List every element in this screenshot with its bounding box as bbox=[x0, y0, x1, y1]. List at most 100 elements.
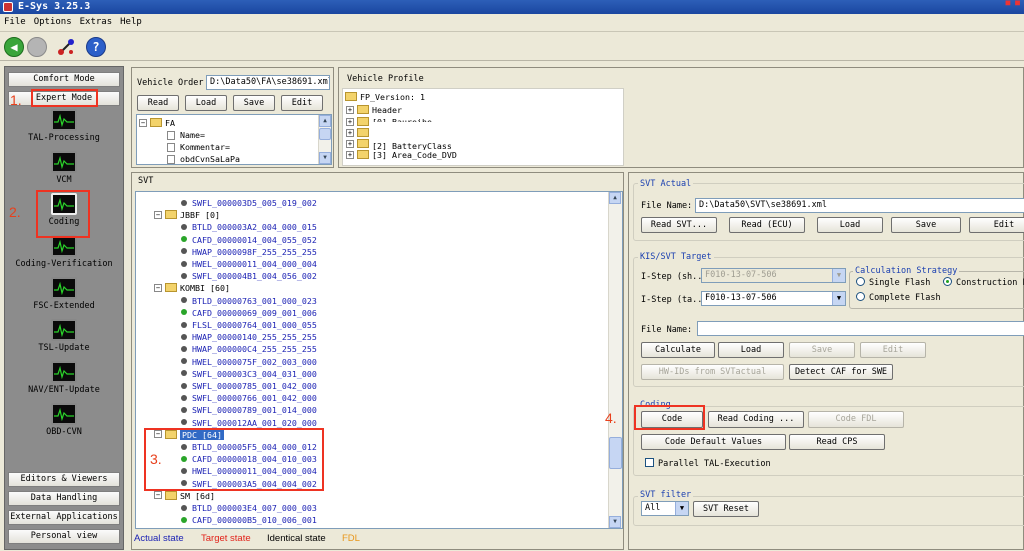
monitor-icon bbox=[51, 403, 77, 425]
tree-folder[interactable]: − SM [6d] bbox=[154, 490, 215, 502]
istep-target-select[interactable]: F010-13-07-506 ▼ bbox=[701, 291, 846, 306]
collapse-icon[interactable]: − bbox=[154, 210, 162, 219]
tree-leaf[interactable]: SWFL_00000766_001_042_000 bbox=[181, 392, 317, 404]
help-icon[interactable]: ? bbox=[86, 37, 106, 57]
target-file-field[interactable] bbox=[697, 321, 1024, 336]
app-icon bbox=[3, 2, 13, 12]
tree-folder[interactable]: − KOMBI [60] bbox=[154, 282, 230, 294]
chevron-down-icon: ▼ bbox=[675, 502, 688, 515]
tree-leaf[interactable]: CAFD_00000069_009_001_006 bbox=[181, 307, 317, 319]
back-icon[interactable]: ◀ bbox=[4, 37, 24, 57]
tree-leaf[interactable]: SWFL_000004B1_004_056_002 bbox=[181, 270, 317, 282]
tree-leaf[interactable]: CAFD_00000014_004_055_052 bbox=[181, 234, 317, 246]
istep-ship-select[interactable]: F010-13-07-506 ▼ bbox=[701, 268, 846, 283]
chevron-down-icon: ▼ bbox=[832, 292, 845, 305]
svt-load-button[interactable]: Load bbox=[817, 217, 883, 233]
target-save-button[interactable]: Save bbox=[789, 342, 855, 358]
vehicle-order-path-field[interactable]: D:\Data50\FA\se38691.xml bbox=[206, 75, 330, 90]
editors-viewers-button[interactable]: Editors & Viewers bbox=[8, 472, 120, 487]
svt-save-button[interactable]: Save bbox=[891, 217, 961, 233]
read-coding-button[interactable]: Read Coding ... bbox=[708, 411, 804, 428]
target-load-button[interactable]: Load bbox=[718, 342, 784, 358]
svt-scrollbar[interactable]: ▲ ▼ bbox=[608, 192, 622, 528]
status-dot-icon bbox=[181, 358, 187, 365]
personal-view-button[interactable]: Personal view bbox=[8, 529, 120, 544]
vo-edit-button[interactable]: Edit bbox=[281, 95, 323, 111]
scroll-thumb[interactable] bbox=[319, 128, 331, 140]
tree-leaf[interactable]: HWAP_000000C4_255_255_255 bbox=[181, 343, 317, 355]
radio-construction[interactable]: Construction P. bbox=[943, 277, 1024, 288]
menu-help[interactable]: Help bbox=[116, 14, 146, 27]
tree-node[interactable]: obdCvnSaLaPa bbox=[167, 153, 240, 164]
tree-leaf[interactable]: HWAP_00000140_255_255_255 bbox=[181, 331, 317, 343]
vo-load-button[interactable]: Load bbox=[185, 95, 227, 111]
menu-file[interactable]: File bbox=[0, 14, 30, 27]
scroll-up-icon[interactable]: ▲ bbox=[319, 115, 331, 127]
tree-node-fa[interactable]: − FA bbox=[139, 117, 175, 129]
forward-icon[interactable] bbox=[27, 37, 47, 57]
tree-leaf[interactable]: BTLD_000003E4_007_000_003 bbox=[181, 502, 317, 514]
tree-leaf[interactable]: HWAP_0000098F_255_255_255 bbox=[181, 246, 317, 258]
read-ecu-button[interactable]: Read (ECU) bbox=[729, 217, 805, 233]
target-edit-button[interactable]: Edit bbox=[860, 342, 926, 358]
tree-node-header[interactable]: + Header bbox=[346, 104, 402, 116]
sidebar-item-tal-processing[interactable]: TAL-Processing bbox=[5, 109, 123, 143]
calculate-button[interactable]: Calculate bbox=[641, 342, 715, 358]
code-fdl-button[interactable]: Code FDL bbox=[808, 411, 904, 428]
sidebar-item-vcm[interactable]: VCM bbox=[5, 151, 123, 185]
read-svt-button[interactable]: Read SVT... bbox=[641, 217, 717, 233]
tree-leaf[interactable]: SWFL_00000789_001_014_000 bbox=[181, 404, 317, 416]
svt-file-field[interactable]: D:\Data50\SVT\se38691.xml bbox=[695, 198, 1024, 213]
external-applications-button[interactable]: External Applications bbox=[8, 510, 120, 525]
status-dot-icon bbox=[181, 272, 187, 279]
collapse-icon[interactable]: − bbox=[154, 491, 162, 500]
tree-node-fp-version[interactable]: FP_Version: 1 bbox=[345, 91, 425, 103]
vehicle-order-tree[interactable]: − FA Name= Kommentar= obdCvnSaLaPa ▲ ▼ bbox=[136, 114, 332, 165]
sidebar-item-obd-cvn[interactable]: OBD-CVN bbox=[5, 403, 123, 437]
tree-leaf[interactable]: HWEL_00000011_004_000_004 bbox=[181, 258, 317, 270]
vo-save-button[interactable]: Save bbox=[233, 95, 275, 111]
tree-node-area-code[interactable]: + [3] Area_Code_DVD bbox=[346, 149, 457, 161]
scroll-down-icon[interactable]: ▼ bbox=[609, 516, 621, 528]
hw-ids-button[interactable]: HW-IDs from SVTactual bbox=[641, 364, 784, 380]
tree-node[interactable]: Name= bbox=[167, 129, 205, 141]
data-handling-button[interactable]: Data Handling bbox=[8, 491, 120, 506]
vo-read-button[interactable]: Read bbox=[137, 95, 179, 111]
tree-leaf[interactable]: SWFL_00000785_001_042_000 bbox=[181, 380, 317, 392]
tree-leaf[interactable]: HWEL_0000075F_002_003_000 bbox=[181, 356, 317, 368]
collapse-icon[interactable]: − bbox=[154, 283, 162, 292]
vehicle-profile-tree[interactable]: FP_Version: 1 + Header + [0] Baureihe + +[… bbox=[342, 88, 624, 166]
svt-edit-button[interactable]: Edit bbox=[969, 217, 1024, 233]
menu-extras[interactable]: Extras bbox=[76, 14, 117, 27]
scroll-up-icon[interactable]: ▲ bbox=[609, 192, 621, 204]
read-cps-button[interactable]: Read CPS bbox=[789, 434, 885, 450]
tree-leaf[interactable]: BTLD_00000763_001_000_023 bbox=[181, 295, 317, 307]
tree-label: SM [6d] bbox=[180, 490, 215, 501]
sidebar-item-nav-ent-update[interactable]: NAV/ENT-Update bbox=[5, 361, 123, 395]
scroll-down-icon[interactable]: ▼ bbox=[319, 152, 331, 164]
sidebar-item-coding-verification[interactable]: Coding-Verification bbox=[5, 235, 123, 269]
tree-leaf[interactable]: FLSL_00000764_001_000_055 bbox=[181, 319, 317, 331]
parallel-tal-checkbox[interactable]: Parallel TAL-Execution bbox=[645, 458, 771, 469]
radio-single-flash[interactable]: Single Flash bbox=[856, 277, 930, 288]
svt-reset-button[interactable]: SVT Reset bbox=[693, 501, 759, 517]
scrollbar[interactable]: ▲ ▼ bbox=[318, 115, 331, 164]
comfort-mode-button[interactable]: Comfort Mode bbox=[8, 72, 120, 87]
code-default-values-button[interactable]: Code Default Values bbox=[641, 434, 786, 450]
tree-leaf[interactable]: BTLD_000003A2_004_000_015 bbox=[181, 221, 317, 233]
tree-folder[interactable]: − JBBF [0] bbox=[154, 209, 220, 221]
connect-icon[interactable] bbox=[56, 37, 76, 57]
tree-leaf[interactable]: SWFL_000012AA_001_020_000 bbox=[181, 417, 317, 429]
sidebar-item-tsl-update[interactable]: TSL-Update bbox=[5, 319, 123, 353]
sidebar-item-fsc-extended[interactable]: FSC-Extended bbox=[5, 277, 123, 311]
tree-leaf[interactable]: CAFD_000000B5_010_006_001 bbox=[181, 514, 317, 526]
window-controls[interactable]: ■ ■ bbox=[1006, 0, 1020, 10]
tree-leaf[interactable]: SWFL_000003C3_004_031_000 bbox=[181, 368, 317, 380]
radio-complete-flash[interactable]: Complete Flash bbox=[856, 292, 941, 303]
tree-leaf[interactable]: SWFL_000003D5_005_019_002 bbox=[181, 197, 317, 209]
detect-caf-button[interactable]: Detect CAF for SWE bbox=[789, 364, 893, 380]
scroll-thumb[interactable] bbox=[609, 437, 622, 469]
tree-node[interactable]: Kommentar= bbox=[167, 141, 230, 153]
svt-filter-select[interactable]: All ▼ bbox=[641, 501, 689, 516]
menu-options[interactable]: Options bbox=[30, 14, 76, 27]
